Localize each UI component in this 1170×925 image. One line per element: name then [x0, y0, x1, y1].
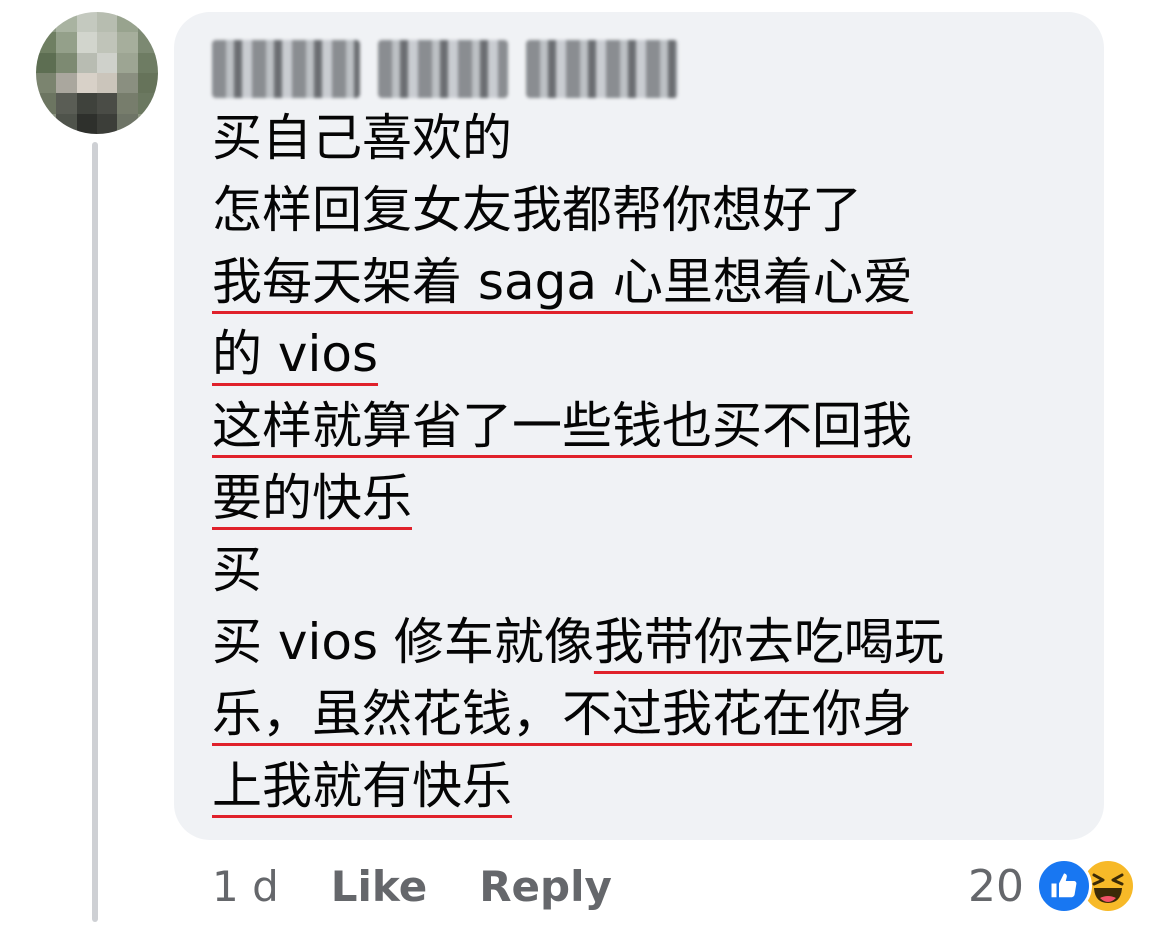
comment-line: 要的快乐	[212, 462, 1092, 534]
comment-line: 的 vios	[212, 318, 1092, 390]
underlined-text: 要的快乐	[212, 469, 412, 527]
like-button[interactable]: Like	[331, 862, 427, 911]
underlined-text: 的 vios	[212, 325, 379, 383]
comment-line: 买 vios 修车就像我带你去吃喝玩	[212, 613, 944, 671]
underlined-text: 我每天架着 saga 心里想着心爱	[212, 253, 913, 311]
comment-timestamp[interactable]: 1 d	[212, 862, 279, 911]
author-name-blurred-part-1[interactable]	[212, 40, 360, 98]
comment-line: 买自己喜欢的	[212, 109, 512, 167]
reaction-summary[interactable]: 20	[968, 856, 1136, 916]
underlined-text: 这样就算省了一些钱也买不回我	[212, 397, 912, 455]
author-name-blurred-part-2[interactable]	[378, 40, 508, 98]
thread-line	[92, 142, 98, 922]
comment-text: 买自己喜欢的 怎样回复女友我都帮你想好了 我每天架着 saga 心里想着心爱 的…	[212, 102, 1092, 822]
like-icon	[1036, 858, 1092, 914]
comment-line: 买	[212, 541, 262, 599]
avatar[interactable]	[36, 12, 158, 134]
reaction-count[interactable]: 20	[968, 861, 1024, 912]
author-name-blurred-part-3[interactable]	[526, 40, 678, 98]
comment-actions: 1 d Like Reply	[212, 856, 612, 916]
comment-line: 这样就算省了一些钱也买不回我	[212, 390, 1092, 462]
comment-line: 乐，虽然花钱，不过我花在你身	[212, 678, 1092, 750]
underlined-text: 上我就有快乐	[212, 757, 512, 815]
comment-author[interactable]	[212, 40, 678, 98]
comment-line: 我每天架着 saga 心里想着心爱	[212, 246, 1092, 318]
comment-line: 上我就有快乐	[212, 750, 1092, 822]
reply-button[interactable]: Reply	[479, 862, 612, 911]
underlined-text: 我带你去吃喝玩	[593, 613, 944, 671]
comment-line: 怎样回复女友我都帮你想好了	[212, 181, 862, 239]
underlined-text: 乐，虽然花钱，不过我花在你身	[212, 685, 912, 743]
